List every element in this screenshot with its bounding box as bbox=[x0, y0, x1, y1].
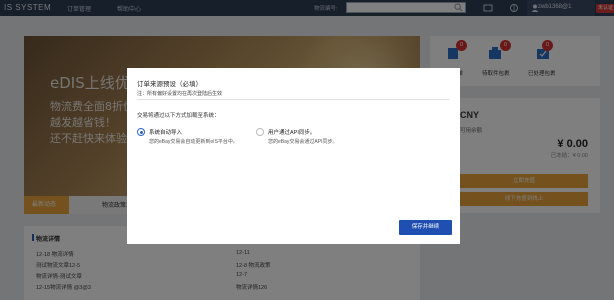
save-continue-button[interactable]: 保存并继续 bbox=[399, 220, 452, 235]
dialog-title: 订单来源预设（必填） bbox=[137, 81, 202, 88]
order-source-dialog: 订单来源预设（必填） 注：所有偏好设置均在再次登陆后生效 交易将通过以下方式加载… bbox=[127, 68, 460, 244]
auto-import-radio[interactable] bbox=[137, 128, 145, 136]
dialog-note: 注：所有偏好设置均在再次登陆后生效 bbox=[137, 91, 223, 97]
divider bbox=[137, 99, 450, 100]
api-sync-radio[interactable] bbox=[256, 128, 264, 136]
api-sync-title[interactable]: 用户通过API同步。 bbox=[268, 128, 315, 136]
auto-import-title[interactable]: 系统自动导入 bbox=[149, 128, 182, 136]
source-select-label: 交易将通过以下方式加载至系统： bbox=[137, 113, 220, 119]
api-sync-desc: 您的eBay交易会通过API同步。 bbox=[268, 139, 338, 145]
auto-import-desc: 您的eBay交易会自动更新到eIS平台中。 bbox=[149, 139, 238, 145]
